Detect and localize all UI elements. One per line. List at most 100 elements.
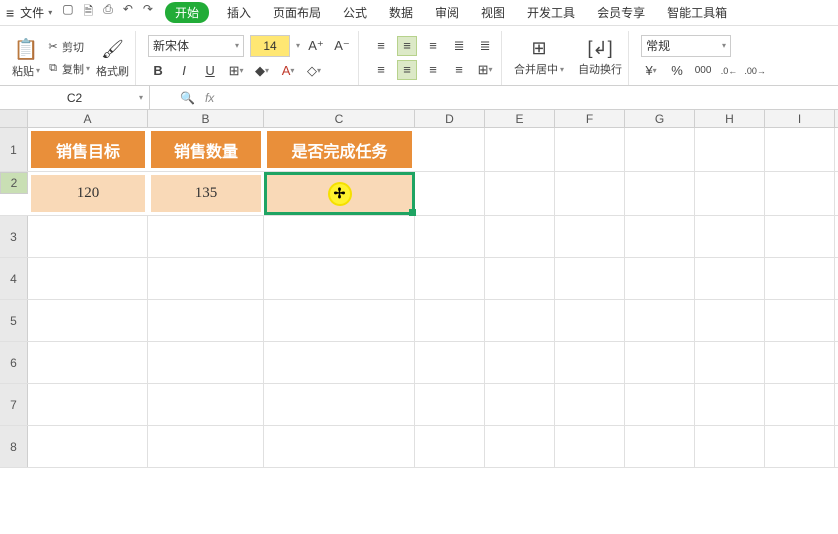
cell-A1[interactable]: 销售目标 [28,128,148,171]
tab-view[interactable]: 视图 [477,2,509,23]
print-icon[interactable]: ⎙ [103,2,113,23]
cell-H5[interactable] [695,300,765,341]
cell-G1[interactable] [625,128,695,171]
fill-color-button[interactable]: ◆▾ [252,61,272,81]
tab-layout[interactable]: 页面布局 [269,2,325,23]
cell-reference-box[interactable]: C2▾ [0,86,150,110]
cell-H8[interactable] [695,426,765,467]
cell-F4[interactable] [555,258,625,299]
indent-decrease-icon[interactable]: ≣ [449,36,469,56]
font-size-select[interactable]: 14 [250,35,290,57]
format-painter-button[interactable]: 格式刷 [96,63,129,79]
cell-B6[interactable] [148,342,264,383]
cell-F1[interactable] [555,128,625,171]
cell-C6[interactable] [264,342,415,383]
merge-center-button[interactable]: ⊞ 合并居中▾ [514,38,564,77]
tab-formula[interactable]: 公式 [339,2,371,23]
col-header-I[interactable]: I [765,110,835,127]
align-justify-icon[interactable]: ≡ [449,60,469,80]
bold-button[interactable]: B [148,61,168,81]
paste-button[interactable]: 粘贴▾ [12,63,40,79]
redo-icon[interactable]: ↷ [143,2,153,23]
file-menu[interactable]: 文件 [20,4,44,21]
cellref-dropdown-icon[interactable]: ▾ [139,93,143,102]
col-header-B[interactable]: B [148,110,264,127]
tab-data[interactable]: 数据 [385,2,417,23]
cell-G8[interactable] [625,426,695,467]
cell-I8[interactable] [765,426,835,467]
col-header-G[interactable]: G [625,110,695,127]
orientation-icon[interactable]: ⊞▾ [475,60,495,80]
cell-H6[interactable] [695,342,765,383]
cell-D2[interactable] [415,172,485,215]
cell-G4[interactable] [625,258,695,299]
cut-button[interactable]: ✂剪切 [46,39,90,55]
cell-F6[interactable] [555,342,625,383]
cell-G6[interactable] [625,342,695,383]
increase-decimal-icon[interactable]: .00→ [745,61,765,81]
cell-H1[interactable] [695,128,765,171]
number-format-select[interactable]: 常规▾ [641,35,731,57]
open-icon[interactable]: ▢ [62,2,73,23]
cell-H4[interactable] [695,258,765,299]
cell-D6[interactable] [415,342,485,383]
cell-F2[interactable] [555,172,625,215]
cell-E6[interactable] [485,342,555,383]
cell-A5[interactable] [28,300,148,341]
format-painter-icon[interactable]: 🖌 [100,37,126,63]
cell-D5[interactable] [415,300,485,341]
tab-insert[interactable]: 插入 [223,2,255,23]
align-bottom-icon[interactable]: ≡ [423,36,443,56]
tab-smarttools[interactable]: 智能工具箱 [663,2,731,23]
cell-B1[interactable]: 销售数量 [148,128,264,171]
cell-F7[interactable] [555,384,625,425]
cell-C4[interactable] [264,258,415,299]
col-header-F[interactable]: F [555,110,625,127]
align-middle-icon[interactable]: ≡ [397,36,417,56]
file-menu-dropdown-icon[interactable]: ▾ [48,8,52,17]
cell-A8[interactable] [28,426,148,467]
align-left-icon[interactable]: ≡ [371,60,391,80]
font-size-dropdown-icon[interactable]: ▾ [296,41,300,50]
decrease-font-icon[interactable]: A⁻ [332,36,352,56]
col-header-H[interactable]: H [695,110,765,127]
cell-D7[interactable] [415,384,485,425]
cell-E5[interactable] [485,300,555,341]
cell-E7[interactable] [485,384,555,425]
cell-C7[interactable] [264,384,415,425]
cell-I3[interactable] [765,216,835,257]
cell-C3[interactable] [264,216,415,257]
indent-increase-icon[interactable]: ≣ [475,36,495,56]
align-top-icon[interactable]: ≡ [371,36,391,56]
formula-input[interactable] [224,89,724,107]
cell-E3[interactable] [485,216,555,257]
tab-member[interactable]: 会员专享 [593,2,649,23]
cell-F8[interactable] [555,426,625,467]
row-header-2[interactable]: 2 [0,172,28,194]
select-all-corner[interactable] [0,110,28,127]
cell-C1[interactable]: 是否完成任务 [264,128,415,171]
cell-G7[interactable] [625,384,695,425]
search-icon[interactable]: 🔍 [180,91,195,105]
row-header-4[interactable]: 4 [0,258,28,299]
cell-B7[interactable] [148,384,264,425]
tab-home[interactable]: 开始 [165,2,209,23]
cell-D1[interactable] [415,128,485,171]
cell-H3[interactable] [695,216,765,257]
auto-wrap-button[interactable]: [↲] 自动换行 [578,38,622,77]
cell-H7[interactable] [695,384,765,425]
save-icon[interactable]: 🗎 [84,2,94,23]
cell-B5[interactable] [148,300,264,341]
italic-button[interactable]: I [174,61,194,81]
cell-A2[interactable]: 120 [28,172,148,215]
row-header-3[interactable]: 3 [0,216,28,257]
font-name-select[interactable]: 新宋体▾ [148,35,244,57]
cell-C5[interactable] [264,300,415,341]
tab-review[interactable]: 审阅 [431,2,463,23]
col-header-E[interactable]: E [485,110,555,127]
cell-H2[interactable] [695,172,765,215]
row-header-6[interactable]: 6 [0,342,28,383]
cell-B3[interactable] [148,216,264,257]
cell-A6[interactable] [28,342,148,383]
cell-D8[interactable] [415,426,485,467]
